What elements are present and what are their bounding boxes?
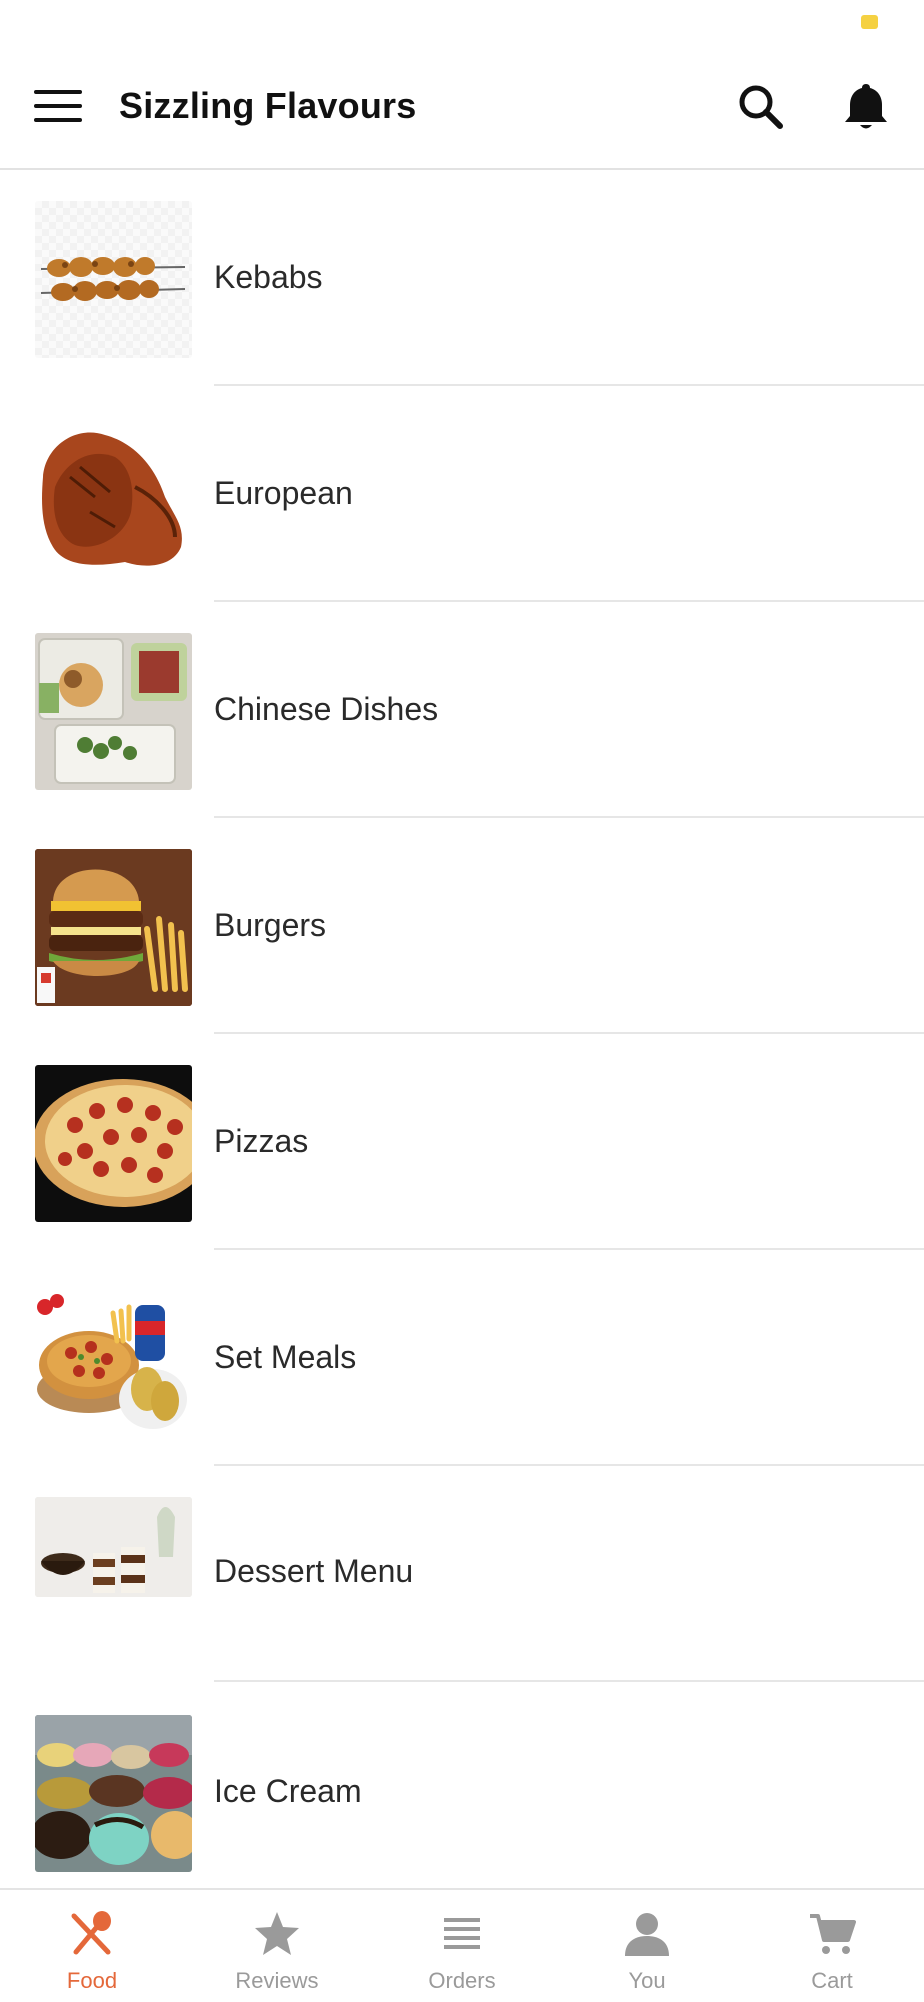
ice-cream-tubs-image	[35, 1715, 192, 1872]
category-item-dessert-menu[interactable]: Dessert Menu	[0, 1466, 924, 1682]
tab-label: Food	[66, 1968, 118, 1993]
category-item-burgers[interactable]: Burgers	[0, 818, 924, 1034]
tab-food[interactable]: Food	[0, 1890, 184, 2002]
tab-you[interactable]: You	[555, 1890, 739, 2002]
tab-reviews[interactable]: Reviews	[185, 1890, 369, 2002]
category-label: Burgers	[214, 907, 327, 943]
person-icon	[625, 1913, 669, 1956]
star-icon	[255, 1912, 299, 1955]
fork-spoon-icon	[71, 1911, 111, 1955]
category-label: Kebabs	[214, 259, 323, 295]
category-label: Chinese Dishes	[214, 691, 439, 727]
category-list: Kebabs European Chinese Dishes Burgers P…	[0, 170, 924, 1888]
tab-label: Reviews	[235, 1968, 319, 1993]
pepperoni-pizza-image	[35, 1065, 192, 1222]
dessert-cups-image	[35, 1497, 192, 1597]
category-label: Ice Cream	[214, 1773, 362, 1809]
category-item-ice-cream[interactable]: Ice Cream	[0, 1682, 924, 1888]
cart-icon	[810, 1914, 856, 1954]
page-title: Sizzling Flavours	[119, 85, 417, 126]
app-bar: Sizzling Flavours	[0, 52, 924, 170]
category-item-chinese-dishes[interactable]: Chinese Dishes	[0, 602, 924, 818]
status-indicator	[861, 15, 878, 29]
tab-label: You	[628, 1968, 666, 1993]
pizza-meal-image	[35, 1281, 192, 1438]
tab-label: Orders	[428, 1968, 496, 1993]
category-item-european[interactable]: European	[0, 386, 924, 602]
tab-orders[interactable]: Orders	[370, 1890, 554, 2002]
hamburger-menu-icon[interactable]	[34, 90, 82, 124]
bottom-navigation: Food Reviews Orders You Cart	[0, 1888, 924, 2002]
category-item-kebabs[interactable]: Kebabs	[0, 170, 924, 386]
takeaway-boxes-image	[35, 633, 192, 790]
bell-icon[interactable]	[842, 80, 890, 132]
search-icon[interactable]	[736, 82, 786, 132]
burger-fries-image	[35, 849, 192, 1006]
kebab-skewers-image	[35, 201, 192, 358]
category-label: Pizzas	[214, 1123, 309, 1159]
category-item-set-meals[interactable]: Set Meals	[0, 1250, 924, 1466]
tab-cart[interactable]: Cart	[740, 1890, 924, 2002]
tab-label: Cart	[811, 1968, 853, 1993]
list-icon	[444, 1918, 480, 1949]
category-label: European	[214, 475, 353, 511]
category-item-pizzas[interactable]: Pizzas	[0, 1034, 924, 1250]
category-label: Dessert Menu	[214, 1553, 414, 1589]
category-label: Set Meals	[214, 1339, 357, 1375]
roast-chicken-image	[35, 417, 192, 574]
